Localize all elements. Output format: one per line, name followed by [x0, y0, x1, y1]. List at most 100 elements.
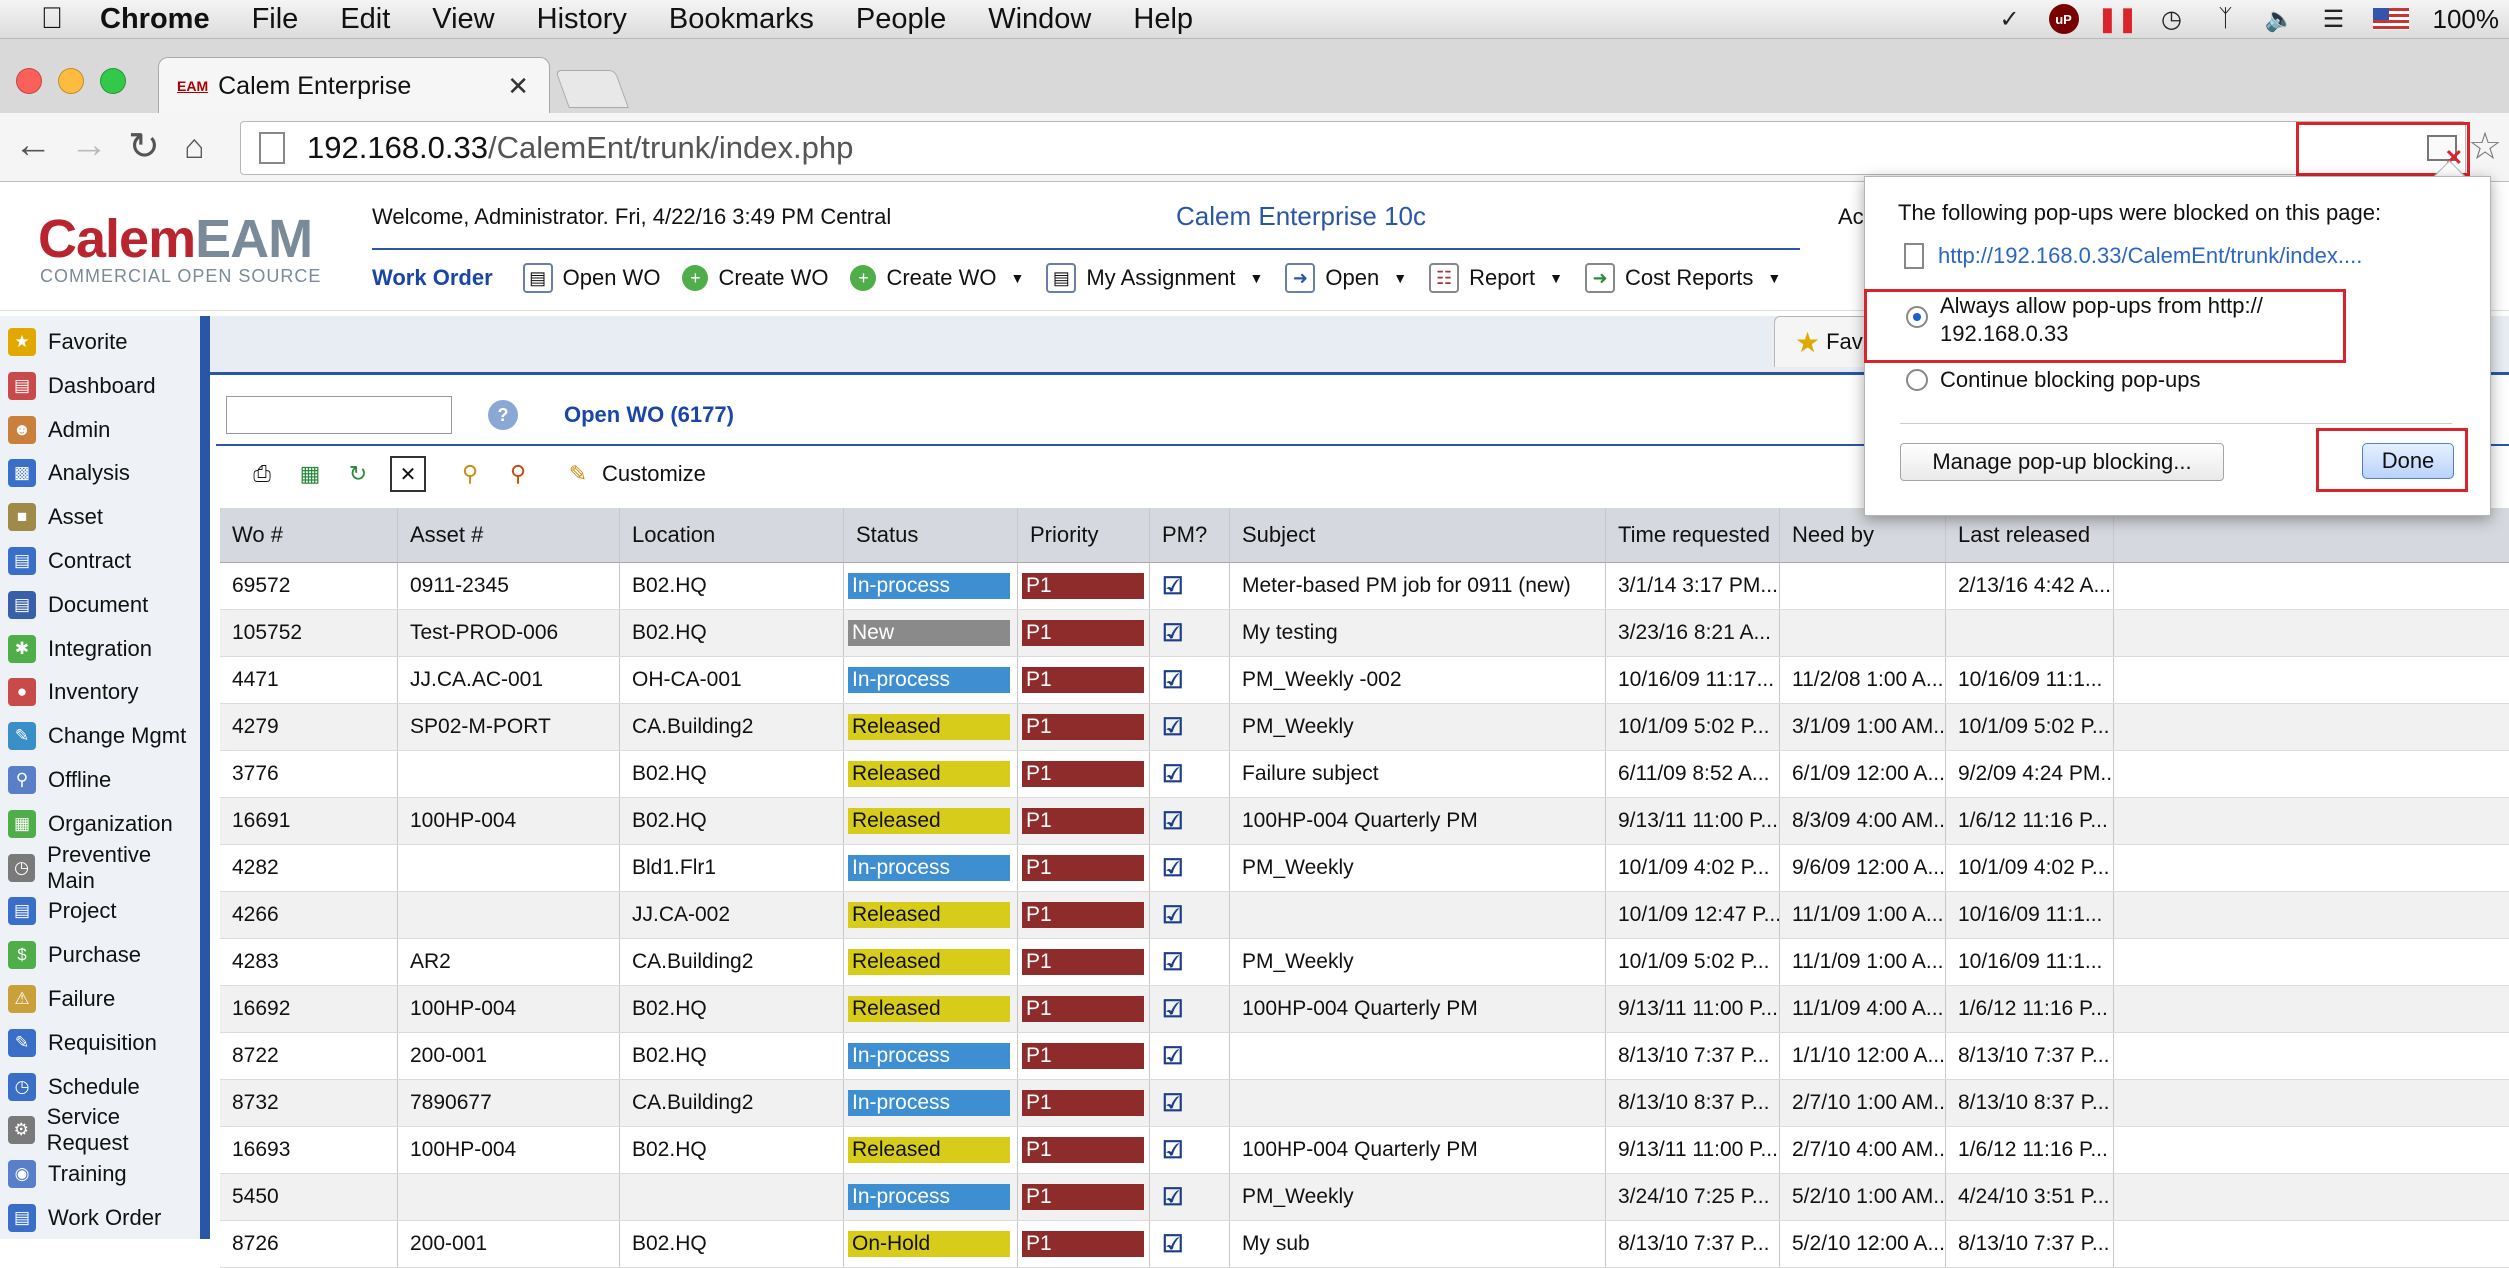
menu-file[interactable]: File	[252, 3, 299, 36]
column-priority[interactable]: Priority	[1018, 508, 1150, 562]
menu-history[interactable]: History	[537, 3, 627, 36]
table-row[interactable]: 8722 200-001 B02.HQ In-process P1 ☑ 8/13/10 7:…	[220, 1033, 2509, 1080]
table-row[interactable]: 4471 JJ.CA.AC-001 OH-CA-001 In-process P1 ☑ PM…	[220, 657, 2509, 704]
search-icon[interactable]: ⚲	[454, 458, 486, 490]
apple-icon[interactable]: 	[22, 2, 82, 36]
menu-help[interactable]: Help	[1133, 3, 1193, 36]
menu-report[interactable]: ☷ Report ▼	[1429, 263, 1563, 293]
block-popups-radio[interactable]	[1906, 369, 1928, 391]
time-machine-icon[interactable]: ◷	[2157, 4, 2187, 34]
chevron-down-icon[interactable]: ▼	[1767, 270, 1781, 286]
home-icon[interactable]: ⌂	[184, 128, 205, 167]
flag-us-icon[interactable]	[2372, 8, 2409, 30]
table-row[interactable]: 16691 100HP-004 B02.HQ Released P1 ☑ 100HP-004…	[220, 798, 2509, 845]
help-icon[interactable]: ?	[488, 400, 518, 430]
customize-button[interactable]: Customize	[602, 461, 706, 487]
back-arrow-icon[interactable]: ←	[14, 124, 52, 167]
menu-cost-reports[interactable]: ➜ Cost Reports ▼	[1584, 263, 1781, 293]
column-asset[interactable]: Asset #	[398, 508, 620, 562]
bluetooth-icon[interactable]: ᛉ	[2211, 4, 2241, 34]
sidebar-item-work-order[interactable]: ▤ Work Order	[0, 1196, 200, 1240]
sidebar-item-purchase[interactable]: $ Purchase	[0, 933, 200, 977]
print-icon[interactable]: ⎙	[246, 458, 278, 490]
sidebar-item-favorite[interactable]: ★ Favorite	[0, 320, 200, 364]
minimize-window-button[interactable]	[58, 68, 84, 94]
bookmark-star-icon[interactable]: ☆	[2468, 124, 2502, 169]
block-popups-label[interactable]: Continue blocking pop-ups	[1940, 367, 2201, 393]
chevron-down-icon[interactable]: ▼	[1549, 270, 1563, 286]
address-bar[interactable]: 192.168.0.33/CalemEnt/trunk/index.php	[240, 121, 2466, 175]
sidebar-item-failure[interactable]: ⚠ Failure	[0, 977, 200, 1021]
sidebar-item-training[interactable]: ◉ Training	[0, 1152, 200, 1196]
sidebar-item-offline[interactable]: ⚲ Offline	[0, 758, 200, 802]
column-pm[interactable]: PM?	[1150, 508, 1230, 562]
table-row[interactable]: 105752 Test-PROD-006 B02.HQ New P1 ☑ My testin…	[220, 610, 2509, 657]
table-row[interactable]: 4283 AR2 CA.Building2 Released P1 ☑ PM_Weekly 1…	[220, 939, 2509, 986]
menu-edit[interactable]: Edit	[340, 3, 390, 36]
sidebar-item-inventory[interactable]: ● Inventory	[0, 670, 200, 714]
sidebar-item-preventive-main[interactable]: ◷ Preventive Main	[0, 842, 200, 893]
table-row[interactable]: 8726 200-001 B02.HQ On-Hold P1 ☑ My sub 8/13/10…	[220, 1221, 2509, 1268]
allow-popups-label[interactable]: Always allow pop-ups from http:// 192.16…	[1940, 292, 2263, 348]
customize-icon[interactable]: ✎	[562, 458, 594, 490]
refresh-icon[interactable]: ↻	[342, 458, 374, 490]
sidebar-item-asset[interactable]: ■ Asset	[0, 495, 200, 539]
table-row[interactable]: 4282 Bld1.Flr1 In-process P1 ☑ PM_Weekly 10/1/…	[220, 845, 2509, 892]
menu-app-chrome[interactable]: Chrome	[100, 3, 210, 36]
table-row[interactable]: 5450 In-process P1 ☑ PM_Weekly 3/24/10 7:25 P…	[220, 1174, 2509, 1221]
column-last-released[interactable]: Last released	[1946, 508, 2114, 562]
table-row[interactable]: 8732 7890677 CA.Building2 In-process P1 ☑ 8/13…	[220, 1080, 2509, 1127]
menu-create-wo-dropdown[interactable]: + Create WO ▼	[850, 265, 1024, 291]
column-status[interactable]: Status	[844, 508, 1018, 562]
sidebar-item-contract[interactable]: ▤ Contract	[0, 539, 200, 583]
close-window-button[interactable]	[16, 68, 42, 94]
manage-popup-blocking-button[interactable]: Manage pop-up blocking...	[1900, 443, 2224, 481]
sidebar-item-service-request[interactable]: ⚙ Service Request	[0, 1104, 200, 1155]
sidebar-item-dashboard[interactable]: ▤ Dashboard	[0, 364, 200, 408]
sidebar-item-integration[interactable]: ✱ Integration	[0, 627, 200, 671]
ublock-icon[interactable]: uP	[2048, 4, 2079, 34]
sidebar-item-change-mgmt[interactable]: ✎ Change Mgmt	[0, 714, 200, 758]
column-subject[interactable]: Subject	[1230, 508, 1606, 562]
search-clear-icon[interactable]: ⚲	[502, 458, 534, 490]
table-row[interactable]: 69572 0911-2345 B02.HQ In-process P1 ☑ Meter-b…	[220, 563, 2509, 610]
menu-open[interactable]: ➜ Open ▼	[1285, 263, 1407, 293]
column-location[interactable]: Location	[620, 508, 844, 562]
table-row[interactable]: 16692 100HP-004 B02.HQ Released P1 ☑ 100HP-004…	[220, 986, 2509, 1033]
column-wo-number[interactable]: Wo #	[220, 508, 398, 562]
sidebar-item-document[interactable]: ▤ Document	[0, 583, 200, 627]
delete-icon[interactable]: ✕	[390, 456, 426, 492]
volume-icon[interactable]: 🔈	[2265, 4, 2295, 34]
allow-popups-radio[interactable]	[1906, 306, 1928, 328]
chevron-down-icon[interactable]: ▼	[1250, 270, 1264, 286]
sidebar-item-schedule[interactable]: ◷ Schedule	[0, 1065, 200, 1109]
sidebar-item-organization[interactable]: ▦ Organization	[0, 802, 200, 846]
tab-close-icon[interactable]: ✕	[507, 71, 529, 102]
chevron-down-icon[interactable]: ▼	[1011, 270, 1025, 286]
menu-open-wo[interactable]: ▤ Open WO	[522, 263, 660, 293]
pause-icon[interactable]: ❚❚	[2097, 4, 2137, 34]
table-row[interactable]: 3776 B02.HQ Released P1 ☑ Failure subject 6/11…	[220, 751, 2509, 798]
blocked-popup-link[interactable]: http://192.168.0.33/CalemEnt/trunk/index…	[1904, 243, 2362, 269]
sidebar-item-requisition[interactable]: ✎ Requisition	[0, 1021, 200, 1065]
search-input[interactable]	[226, 396, 452, 434]
menu-window[interactable]: Window	[988, 3, 1091, 36]
check-circle-icon[interactable]: ✓	[1995, 4, 2025, 34]
browser-tab[interactable]: EAM Calem Enterprise ✕	[158, 57, 550, 114]
menu-people[interactable]: People	[856, 3, 946, 36]
menu-bookmarks[interactable]: Bookmarks	[669, 3, 814, 36]
wifi-icon[interactable]: ☰	[2319, 4, 2349, 34]
menu-view[interactable]: View	[432, 3, 494, 36]
zoom-window-button[interactable]	[100, 68, 126, 94]
column-need-by[interactable]: Need by	[1780, 508, 1946, 562]
table-row[interactable]: 4279 SP02-M-PORT CA.Building2 Released P1 ☑ PM…	[220, 704, 2509, 751]
forward-arrow-icon[interactable]: →	[70, 124, 108, 167]
sidebar-item-admin[interactable]: ☻ Admin	[0, 408, 200, 452]
chevron-down-icon[interactable]: ▼	[1393, 270, 1407, 286]
table-row[interactable]: 16693 100HP-004 B02.HQ Released P1 ☑ 100HP-004…	[220, 1127, 2509, 1174]
sidebar-item-project[interactable]: ▤ Project	[0, 889, 200, 933]
excel-export-icon[interactable]: ▦	[294, 458, 326, 490]
table-row[interactable]: 4266 JJ.CA-002 Released P1 ☑ 10/1/09 12:47 P.…	[220, 892, 2509, 939]
column-time-requested[interactable]: Time requested	[1606, 508, 1780, 562]
menu-create-wo[interactable]: + Create WO	[682, 265, 828, 291]
